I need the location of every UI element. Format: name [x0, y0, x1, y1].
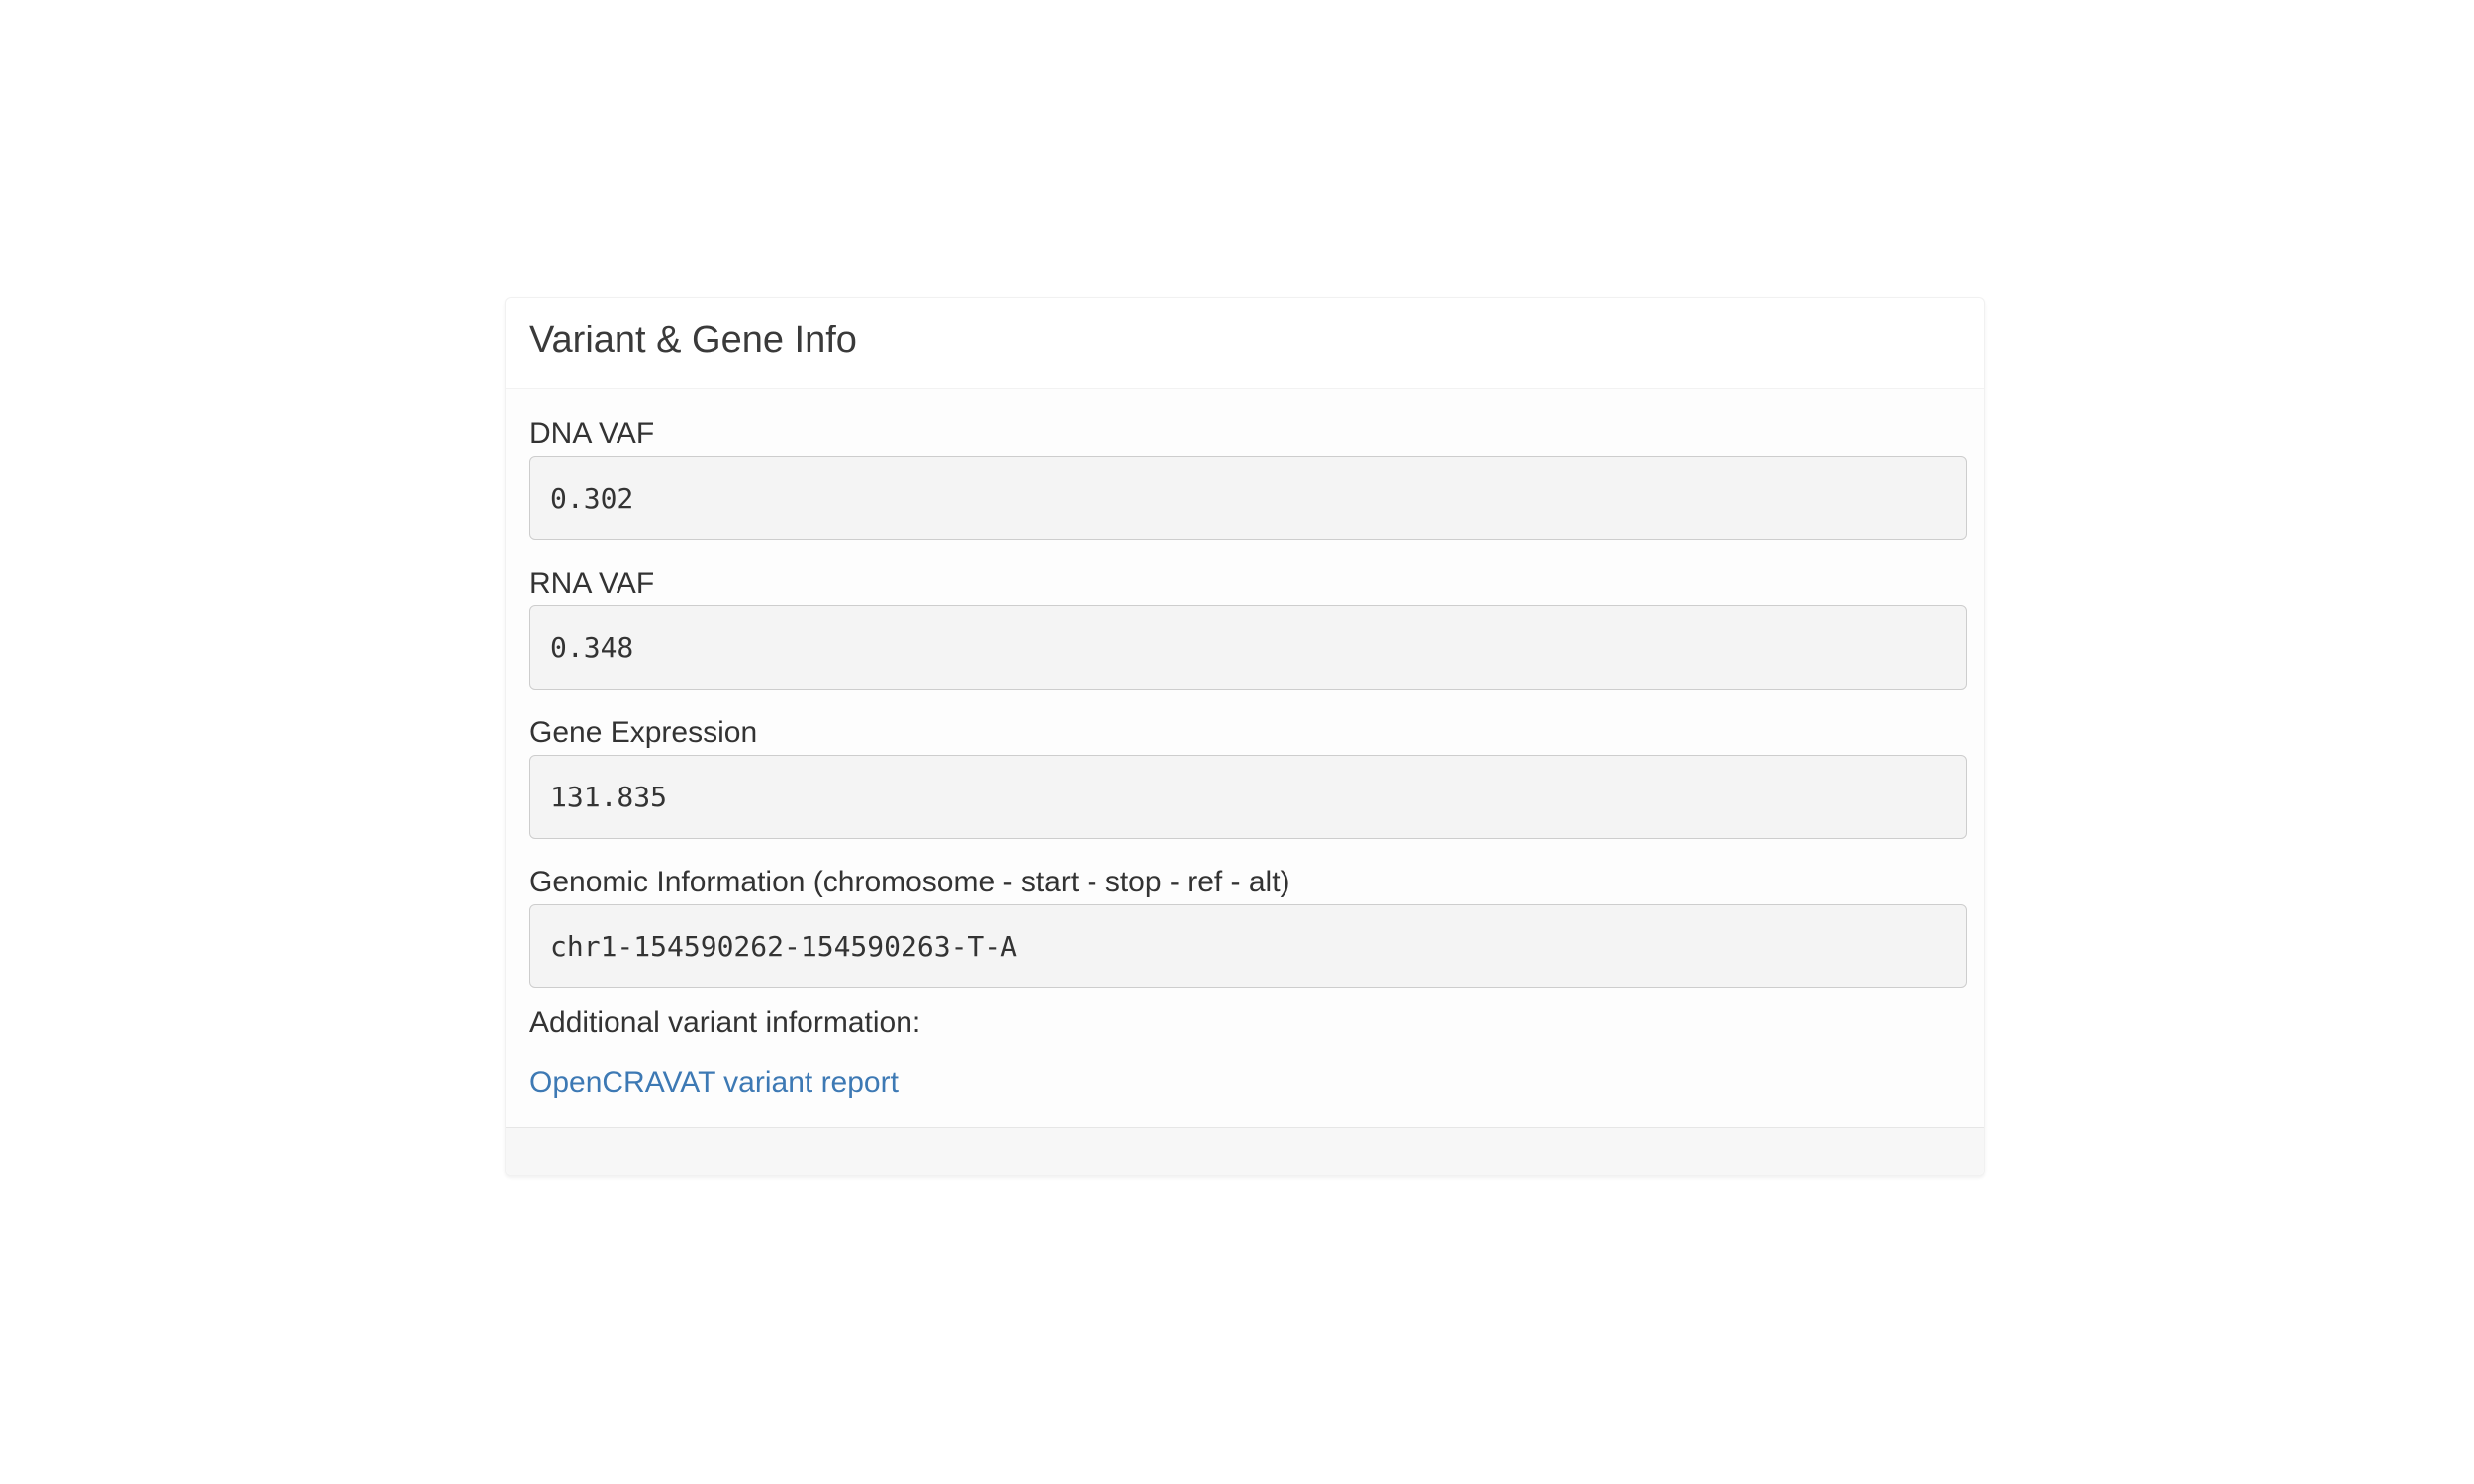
genomic-information-label: Genomic Information (chromosome - start …: [529, 866, 1290, 898]
genomic-information-field[interactable]: chr1-154590262-154590263-T-A: [529, 904, 1967, 988]
opencravat-report-link[interactable]: OpenCRAVAT variant report: [529, 1067, 899, 1100]
gene-expression-field[interactable]: 131.835: [529, 755, 1967, 839]
panel-heading: Variant & Gene Info: [506, 298, 1984, 389]
panel-title: Variant & Gene Info: [529, 320, 857, 361]
gene-expression-label: Gene Expression: [529, 716, 758, 749]
panel-footer: [506, 1127, 1984, 1175]
rna-vaf-field[interactable]: 0.348: [529, 605, 1967, 690]
additional-info-label: Additional variant information:: [529, 1006, 921, 1039]
rna-vaf-label: RNA VAF: [529, 567, 655, 600]
dna-vaf-field[interactable]: 0.302: [529, 456, 1967, 540]
dna-vaf-label: DNA VAF: [529, 417, 655, 450]
variant-gene-info-panel: Variant & Gene Info DNA VAF 0.302 RNA VA…: [505, 297, 1985, 1176]
